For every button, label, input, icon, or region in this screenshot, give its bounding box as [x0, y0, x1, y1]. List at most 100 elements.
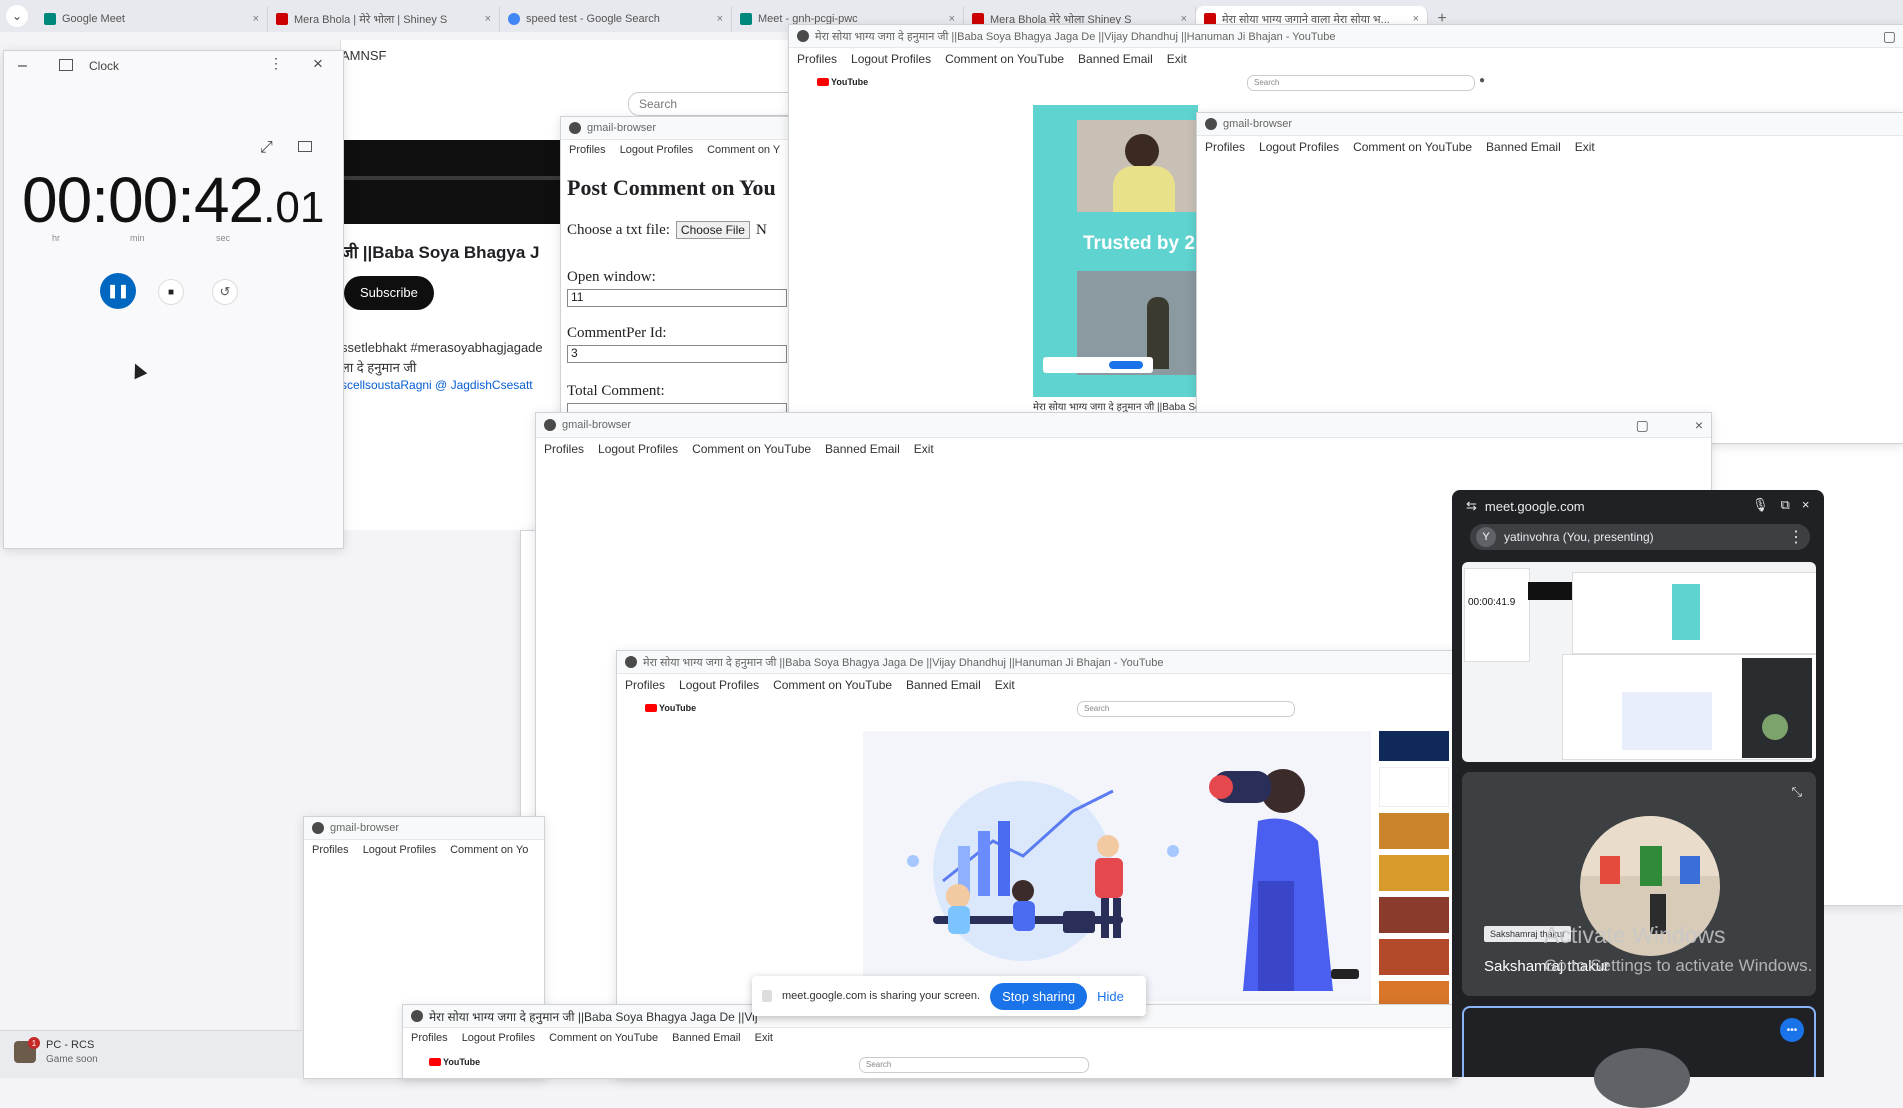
youtube-logo[interactable]: YouTube [429, 1057, 480, 1067]
open-window-input[interactable]: 11 [567, 289, 787, 307]
menu-logout-profiles[interactable]: Logout Profiles [1259, 140, 1339, 154]
video-player[interactable] [341, 140, 561, 224]
menu-profiles[interactable]: Profiles [625, 678, 665, 692]
menu-exit[interactable]: Exit [1575, 140, 1595, 154]
search-input[interactable]: Search [859, 1057, 1089, 1073]
youtube-logo[interactable]: YouTube [645, 703, 696, 713]
suggested-thumbnail[interactable] [1379, 897, 1449, 933]
menu-logout-profiles[interactable]: Logout Profiles [598, 442, 678, 456]
menu-banned-email[interactable]: Banned Email [1486, 140, 1561, 154]
more-icon[interactable]: ⋮ [269, 55, 283, 72]
stop-button[interactable]: ■ [158, 279, 184, 305]
youtube-icon [276, 13, 288, 25]
menu-exit[interactable]: Exit [995, 678, 1015, 692]
menu-profiles[interactable]: Profiles [544, 442, 584, 456]
menu-profiles[interactable]: Profiles [312, 844, 349, 856]
menu-exit[interactable]: Exit [755, 1032, 773, 1044]
chip-button[interactable] [1109, 361, 1143, 369]
menu-comment-on-youtube[interactable]: Comment on YouTube [773, 678, 892, 692]
person-image [1077, 120, 1198, 212]
reset-button[interactable]: ↺ [212, 279, 238, 305]
menu-profiles[interactable]: Profiles [411, 1032, 448, 1044]
menu-comment-on-youtube[interactable]: Comment on Y [707, 144, 780, 156]
window-titlebar: मेरा सोया भाग्य जगा दे हनुमान जी ||Baba … [789, 25, 1903, 48]
choose-file-button[interactable]: Choose File [675, 221, 750, 239]
menu-comment-on-youtube[interactable]: Comment on YouTube [1353, 140, 1472, 154]
menu-comment-on-youtube[interactable]: Comment on YouTube [945, 52, 1064, 66]
video-progress[interactable] [341, 176, 561, 180]
suggested-thumbnail[interactable] [1379, 813, 1449, 849]
preview-meet [1742, 658, 1812, 758]
menu-profiles[interactable]: Profiles [569, 144, 606, 156]
mic-icon[interactable]: ● [1479, 75, 1485, 86]
menu-profiles[interactable]: Profiles [1205, 140, 1245, 154]
video-player[interactable] [863, 731, 1371, 1001]
menu-comment-on-youtube[interactable]: Comment on YouTube [692, 442, 811, 456]
menu-banned-email[interactable]: Banned Email [825, 442, 900, 456]
presenter-bar[interactable]: Y yatinvohra (You, presenting) ⋮ [1470, 524, 1810, 550]
video-thumbnail[interactable]: Trusted by 2 [1033, 105, 1198, 397]
close-icon[interactable]: × [1695, 417, 1703, 433]
menu-banned-email[interactable]: Banned Email [1078, 52, 1153, 66]
self-tile[interactable]: ••• [1462, 1006, 1816, 1108]
more-options-button[interactable]: ••• [1780, 1018, 1804, 1042]
close-icon[interactable]: × [717, 13, 723, 25]
maximize-icon[interactable]: ▢ [1883, 28, 1896, 45]
menu-logout-profiles[interactable]: Logout Profiles [679, 678, 759, 692]
youtube-logo[interactable]: YouTube [817, 77, 868, 87]
menu-bar: Profiles Logout Profiles Comment on YouT… [1197, 136, 1903, 158]
subscribe-button[interactable]: Subscribe [344, 276, 434, 310]
suggested-thumbnail[interactable] [1379, 767, 1449, 807]
close-icon[interactable]: × [253, 13, 259, 25]
search-input[interactable]: Search [1247, 75, 1475, 91]
window-titlebar: gmail-browser [1197, 113, 1903, 136]
mic-icon[interactable]: 🎙 [1752, 497, 1769, 513]
youtube-icon [429, 1058, 441, 1066]
swap-icon[interactable]: ⇆ [1466, 498, 1477, 514]
menu-logout-profiles[interactable]: Logout Profiles [462, 1032, 535, 1044]
browser-tab[interactable]: Mera Bhola | मेरे भोला | Shiney S × [268, 6, 500, 32]
meet-panel-header: ⇆ meet.google.com [1466, 498, 1585, 514]
popout-icon[interactable]: ⧉ [1781, 497, 1790, 513]
comment-per-id-input[interactable]: 3 [567, 345, 787, 363]
suggested-thumbnail[interactable] [1379, 939, 1449, 975]
minimize-button[interactable]: – [18, 57, 27, 75]
app-icon [411, 1010, 423, 1022]
close-icon[interactable]: × [485, 13, 491, 25]
description-link[interactable]: scellsoustaRagni @ JagdishCsesatt [341, 378, 533, 392]
menu-exit[interactable]: Exit [914, 442, 934, 456]
browser-tab[interactable]: speed test - Google Search × [500, 6, 732, 32]
menu-bar: Profiles Logout Profiles Comment on Y [561, 140, 791, 160]
unpin-icon[interactable]: ⤡ [1792, 784, 1802, 800]
tab-search-icon[interactable]: ⌄ [6, 5, 28, 27]
menu-banned-email[interactable]: Banned Email [672, 1032, 741, 1044]
menu-logout-profiles[interactable]: Logout Profiles [851, 52, 931, 66]
menu-comment-on-youtube[interactable]: Comment on Yo [450, 844, 528, 856]
maximize-icon[interactable]: ▢ [1636, 417, 1649, 434]
hide-button[interactable]: Hide [1097, 989, 1124, 1004]
expand-icon[interactable]: ⤢ [260, 139, 273, 157]
menu-comment-on-youtube[interactable]: Comment on YouTube [549, 1032, 658, 1044]
menu-banned-email[interactable]: Banned Email [906, 678, 981, 692]
preview-video [1528, 582, 1574, 600]
close-icon[interactable]: × [313, 54, 323, 74]
taskbar-app-subtitle: Game soon [46, 1054, 98, 1065]
close-icon[interactable]: × [1802, 497, 1810, 513]
suggested-thumbnail[interactable] [1379, 855, 1449, 891]
file-chooser-label: Choose a txt file: [567, 221, 670, 238]
drag-handle-icon[interactable] [762, 990, 772, 1002]
menu-profiles[interactable]: Profiles [797, 52, 837, 66]
pause-button[interactable]: ❚❚ [100, 273, 136, 309]
suggested-thumbnail[interactable] [1379, 731, 1449, 761]
menu-exit[interactable]: Exit [1167, 52, 1187, 66]
screen-share-bar: meet.google.com is sharing your screen. … [752, 976, 1146, 1016]
menu-logout-profiles[interactable]: Logout Profiles [363, 844, 436, 856]
open-window-label: Open window: [567, 269, 656, 285]
avatar-frame [1600, 856, 1620, 884]
more-icon[interactable]: ⋮ [1788, 527, 1804, 547]
browser-tab[interactable]: Google Meet × [36, 6, 268, 32]
menu-logout-profiles[interactable]: Logout Profiles [620, 144, 693, 156]
search-input[interactable]: Search [1077, 701, 1295, 717]
keep-on-top-icon[interactable] [298, 141, 312, 152]
stop-sharing-button[interactable]: Stop sharing [990, 982, 1088, 1010]
